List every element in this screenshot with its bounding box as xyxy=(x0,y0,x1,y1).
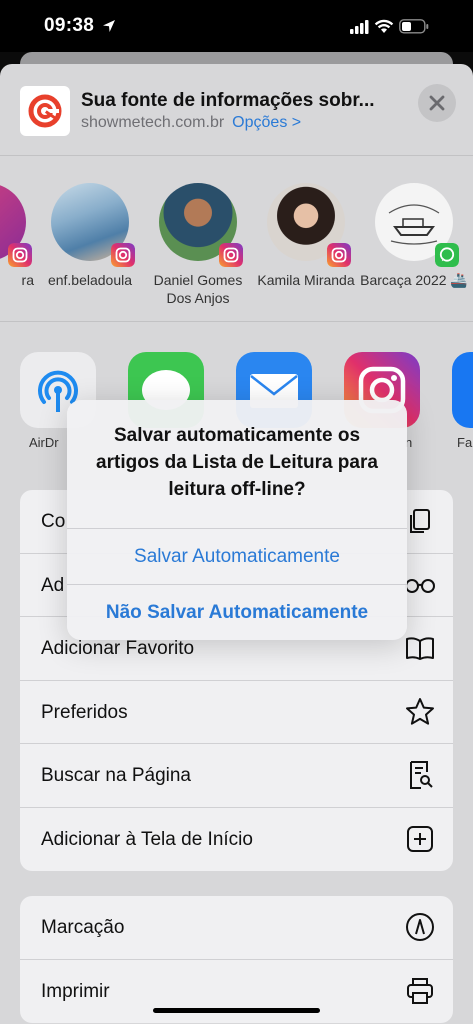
action-label: Ad xyxy=(41,574,65,596)
location-arrow-icon xyxy=(103,20,115,32)
copy-icon xyxy=(410,509,430,533)
instagram-badge-icon xyxy=(219,243,243,267)
alert-message: Salvar automaticamente os artigos da Lis… xyxy=(96,425,378,500)
markup-icon xyxy=(406,913,434,941)
battery-icon xyxy=(399,19,429,34)
avatar xyxy=(0,183,32,267)
action-label: Preferidos xyxy=(41,701,128,723)
action-label: Marcação xyxy=(41,917,125,938)
options-link[interactable]: Opções > xyxy=(232,114,301,131)
home-indicator[interactable] xyxy=(153,1008,320,1013)
people-suggestions: ra enf.beladoula Daniel Gomes Dos Anjos … xyxy=(0,157,473,322)
close-button[interactable] xyxy=(418,84,456,122)
person-2[interactable]: Daniel Gomes Dos Anjos xyxy=(143,183,253,307)
avatar xyxy=(267,183,351,267)
action-label: Imprimir xyxy=(41,980,110,1002)
save-automatically-button[interactable]: Salvar Automaticamente xyxy=(67,528,407,584)
person-name: enf.beladoula xyxy=(47,272,133,288)
person-3[interactable]: Kamila Miranda xyxy=(251,183,361,289)
person-name: Kamila Miranda xyxy=(257,272,355,288)
page-domain-line: showmetech.com.br Opções > xyxy=(81,114,301,132)
share-header: Sua fonte de informações sobr... showmet… xyxy=(0,64,473,156)
page-domain: showmetech.com.br xyxy=(81,114,225,131)
instagram-badge-icon xyxy=(8,243,32,267)
action-add-to-home-screen[interactable]: Adicionar à Tela de Início xyxy=(20,808,453,872)
offline-reading-alert: Salvar automaticamente os artigos da Lis… xyxy=(67,400,407,640)
action-label: Co xyxy=(41,511,66,532)
site-favicon xyxy=(20,86,70,136)
printer-icon xyxy=(407,977,433,1004)
glasses-icon xyxy=(405,578,435,593)
person-name: Daniel Gomes Dos Anjos xyxy=(153,272,243,306)
avatar xyxy=(51,183,135,267)
whatsapp-badge-icon xyxy=(435,243,459,267)
app-label: AirDr xyxy=(29,435,59,450)
action-favorites[interactable]: Preferidos xyxy=(20,681,453,744)
app-facebook[interactable] xyxy=(452,352,473,428)
find-in-page-icon xyxy=(410,761,433,789)
person-4[interactable]: Barcaça 2022 🚢 xyxy=(359,183,469,289)
status-bar: 09:38 xyxy=(0,0,473,52)
add-square-icon xyxy=(407,825,433,852)
person-name: Barcaça 2022 🚢 xyxy=(360,272,468,288)
action-label: Adicionar Favorito xyxy=(41,638,195,659)
close-icon xyxy=(429,95,445,111)
avatar xyxy=(375,183,459,267)
action-markup[interactable]: Marcação xyxy=(20,896,453,960)
app-label: Fa xyxy=(457,435,473,450)
instagram-badge-icon xyxy=(327,243,351,267)
wifi-icon xyxy=(374,19,394,33)
status-time: 09:38 xyxy=(44,15,95,36)
actions-group-secondary: Marcação Imprimir xyxy=(20,896,453,1023)
action-label: Buscar na Página xyxy=(41,765,191,786)
instagram-badge-icon xyxy=(111,243,135,267)
action-print[interactable]: Imprimir xyxy=(20,960,453,1024)
cellular-signal-icon xyxy=(350,20,369,34)
action-label: Adicionar à Tela de Início xyxy=(41,828,253,850)
person-1[interactable]: enf.beladoula xyxy=(35,183,145,289)
avatar xyxy=(159,183,243,267)
dont-save-automatically-button[interactable]: Não Salvar Automaticamente xyxy=(67,584,407,640)
page-title: Sua fonte de informações sobr... xyxy=(81,90,375,111)
action-find-on-page[interactable]: Buscar na Página xyxy=(20,744,453,808)
star-icon xyxy=(406,697,434,725)
book-icon xyxy=(406,637,434,660)
